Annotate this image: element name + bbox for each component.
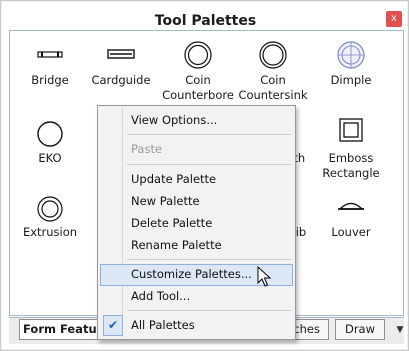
coin-counterbore-icon <box>158 35 238 75</box>
menu-item-rename-palette[interactable]: Rename Palette <box>100 235 293 257</box>
menu-item-update-palette[interactable]: Update Palette <box>100 169 293 191</box>
tool-cardguide[interactable]: Cardguide <box>81 35 161 115</box>
tool-label: Louver <box>331 225 371 239</box>
tab-draw[interactable]: Draw <box>335 319 385 340</box>
cardguide-icon <box>81 35 161 75</box>
tool-label: Dimple <box>330 73 372 87</box>
menu-item-add-tool[interactable]: Add Tool... <box>100 286 293 308</box>
menu-separator <box>127 164 291 165</box>
context-menu: View Options... Paste Update Palette New… <box>97 105 296 340</box>
tool-label: Emboss Rectangle <box>322 151 380 180</box>
checkmark-icon: ✔ <box>103 315 123 336</box>
tool-eko[interactable]: EKO <box>10 117 90 197</box>
tool-coin-countersink[interactable]: Coin Countersink <box>233 35 313 115</box>
menu-item-label: All Palettes <box>131 318 195 332</box>
tab-scroll-arrow-icon[interactable]: ▼ <box>395 321 405 339</box>
menu-item-view-options[interactable]: View Options... <box>100 110 293 132</box>
tool-emboss-rectangle[interactable]: Emboss Rectangle <box>311 117 391 197</box>
menu-item-delete-palette[interactable]: Delete Palette <box>100 213 293 235</box>
tool-louver[interactable]: Louver <box>311 193 391 273</box>
menu-item-new-palette[interactable]: New Palette <box>100 191 293 213</box>
menu-item-paste[interactable]: Paste <box>100 139 293 161</box>
close-button[interactable]: x <box>386 11 402 27</box>
menu-separator <box>127 310 291 311</box>
tool-extrusion[interactable]: Extrusion <box>10 193 90 273</box>
dimple-icon <box>311 35 391 75</box>
mouse-cursor-icon <box>257 265 273 288</box>
bridge-icon <box>10 35 90 75</box>
tool-label: EKO <box>38 151 62 165</box>
tool-palettes-window: Tool Palettes x Bridge Cardguide Coin Co… <box>0 0 409 351</box>
menu-item-all-palettes[interactable]: ✔ All Palettes <box>100 315 293 337</box>
menu-separator <box>127 134 291 135</box>
tool-label: Extrusion <box>22 225 78 239</box>
coin-countersink-icon <box>233 35 313 75</box>
menu-separator <box>127 259 291 260</box>
tool-dimple[interactable]: Dimple <box>311 35 391 115</box>
tool-coin-counterbore[interactable]: Coin Counterbore <box>158 35 238 115</box>
